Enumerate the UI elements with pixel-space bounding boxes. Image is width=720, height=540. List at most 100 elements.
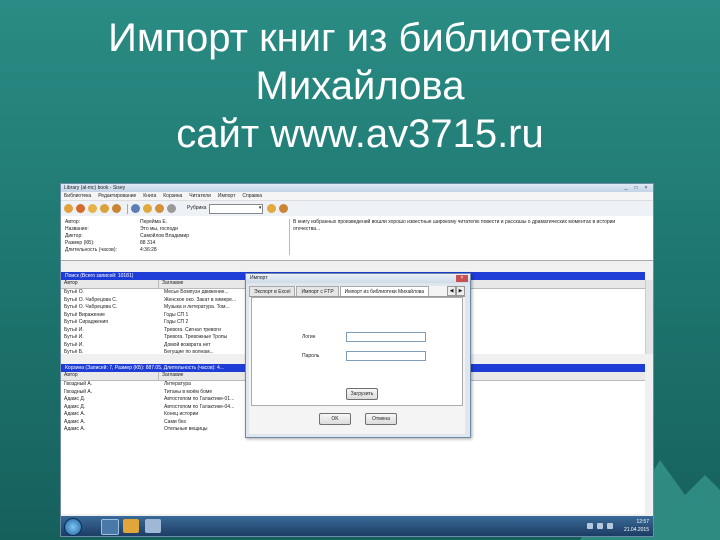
detail-key: Диктор: (65, 233, 83, 239)
basket-icon[interactable] (131, 204, 140, 213)
folder-icon[interactable] (123, 519, 139, 533)
detail-row: Автор: Перейма Е. (65, 219, 285, 226)
dialog-titlebar: Импорт × (246, 274, 470, 283)
column-author[interactable]: Автор (61, 372, 159, 380)
cell-author: Адамс А. (64, 418, 86, 425)
tab-import-ftp[interactable]: Импорт с FTP (296, 286, 339, 296)
add-icon[interactable] (88, 204, 97, 213)
toolbar: Рубрика ▾ (61, 201, 653, 217)
detail-key: Размер (КБ): (65, 240, 95, 246)
cell-author: Гвоздный А. (64, 381, 93, 387)
cell-author: Адамс Д. (64, 403, 86, 410)
search-scrollbar[interactable] (645, 280, 653, 354)
dialog-close-button[interactable]: × (456, 275, 468, 282)
ok-button[interactable]: OK (319, 413, 351, 425)
search-icon[interactable] (279, 204, 289, 213)
slide-title: Импорт книг из библиотеки Михайлова сайт… (0, 14, 720, 158)
dialog-tabs: Экспорт в Excel Импорт с FTP Импорт из б… (249, 286, 465, 297)
menu-basket[interactable]: Корзина (163, 193, 182, 200)
window-title: Library (al-mc) book - Sisey (64, 184, 126, 191)
detail-value: 88 314 (140, 240, 156, 246)
settings-icon[interactable] (167, 204, 176, 213)
cell-author: Адамс А. (64, 426, 86, 432)
cell-author: Бутьё И. (64, 341, 84, 348)
detail-value: Перейма Е. (140, 219, 168, 225)
detail-row: Название: Это мы, господи (65, 226, 285, 233)
slide-title-line-1: Импорт книг из библиотеки (108, 16, 612, 60)
detail-value: Это мы, господи (140, 226, 178, 232)
network-icon[interactable] (587, 523, 593, 529)
close-window-button[interactable]: × (642, 185, 650, 191)
rubric-label: Рубрика (187, 205, 207, 211)
cancel-button[interactable]: Отмена (365, 413, 397, 425)
menu-readers[interactable]: Читатели (189, 193, 211, 200)
volume-icon[interactable] (597, 523, 603, 529)
chevron-down-icon: ▾ (258, 204, 262, 211)
start-button[interactable] (64, 518, 82, 536)
cell-author: Бутьё О. (64, 289, 85, 295)
menu-edit[interactable]: Редактирование (98, 193, 136, 200)
cell-author: Бутьё И. (64, 326, 84, 333)
edit-icon[interactable] (100, 204, 109, 213)
toolbar-separator (127, 203, 128, 214)
password-field[interactable] (346, 351, 426, 361)
cell-author: Бутьё Виражение (64, 311, 105, 318)
detail-row: Диктор: Самойлов Владимир (65, 233, 285, 240)
system-tray (583, 523, 613, 529)
taskbar: 12:57 21.04.2015 (61, 516, 653, 536)
app-screenshot: Library (al-mc) book - Sisey _ □ × Библи… (60, 183, 654, 537)
tab-export-excel[interactable]: Экспорт в Excel (249, 286, 296, 296)
detail-key: Длительность (часов): (65, 247, 117, 253)
slide-title-line-3: сайт www.av3715.ru (176, 112, 544, 156)
window-titlebar: Library (al-mc) book - Sisey _ □ × (61, 184, 653, 192)
minimize-button[interactable]: _ (622, 185, 630, 191)
tab-panel: Логин Пароль Загрузить (251, 297, 463, 406)
media-player-icon[interactable] (145, 519, 161, 533)
detail-row: Длительность (часов): 4:36:28 (65, 247, 285, 254)
slide-title-line-2: Михайлова (255, 64, 465, 108)
detail-row: Размер (КБ): 88 314 (65, 240, 285, 247)
tab-scroll: ◀ ▶ (447, 286, 465, 296)
readers-icon[interactable] (143, 204, 152, 213)
book-details: Автор: Перейма Е. Название: Это мы, господ… (65, 219, 285, 254)
export-icon[interactable] (155, 204, 164, 213)
cell-author: Бутьё И. (64, 334, 84, 340)
clock-time: 12:57 (636, 519, 649, 525)
column-author[interactable]: Автор (61, 280, 159, 288)
tab-scroll-left-icon[interactable]: ◀ (447, 286, 456, 296)
language-icon[interactable] (607, 523, 613, 529)
menu-book[interactable]: Книга (143, 193, 156, 200)
download-button[interactable]: Загрузить (346, 388, 378, 400)
cell-author: Бутьё Сираджения (64, 319, 109, 325)
maximize-button[interactable]: □ (632, 185, 640, 191)
login-field[interactable] (346, 332, 426, 342)
tab-scroll-right-icon[interactable]: ▶ (456, 286, 465, 296)
clock-date: 21.04.2015 (623, 527, 649, 533)
detail-value: 4:36:28 (140, 247, 157, 253)
detail-key: Автор: (65, 219, 81, 225)
detail-key: Название: (65, 226, 89, 232)
cell-author: Бутьё Б. (64, 349, 84, 355)
delete-icon[interactable] (112, 204, 121, 213)
cell-author: Адамс Д. (64, 396, 86, 402)
filter-icon[interactable] (267, 204, 277, 213)
cell-author: Бутьё О. Чабрецова С. (64, 304, 118, 310)
dialog-body: Экспорт в Excel Импорт с FTP Импорт из б… (249, 286, 465, 434)
menu-import[interactable]: Импорт (218, 193, 235, 200)
taskbar-app-icon[interactable] (101, 519, 119, 535)
dialog-title: Импорт (250, 275, 268, 281)
tab-import-mikhailov[interactable]: Импорт из библиотеки Михайлова (339, 286, 430, 296)
login-label: Логин (302, 334, 316, 340)
rubric-select[interactable]: ▾ (209, 203, 264, 214)
clock[interactable]: 12:57 21.04.2015 (624, 518, 649, 534)
save-icon[interactable] (76, 204, 85, 213)
book-description: В книгу избранных произведений вошли хор… (289, 219, 643, 255)
import-dialog: Импорт × Экспорт в Excel Импорт с FTP Им… (245, 273, 471, 438)
cell-author: Бутьё О. Чабрецова С. (64, 296, 118, 303)
menu-bar: Библиотека Редактирование Книга Корзина … (61, 192, 653, 201)
menu-help[interactable]: Справка (242, 193, 262, 200)
book-info-panel: Автор: Перейма Е. Название: Это мы, господ… (61, 216, 653, 261)
open-icon[interactable] (64, 204, 73, 213)
password-label: Пароль (302, 353, 320, 359)
menu-library[interactable]: Библиотека (64, 193, 91, 200)
